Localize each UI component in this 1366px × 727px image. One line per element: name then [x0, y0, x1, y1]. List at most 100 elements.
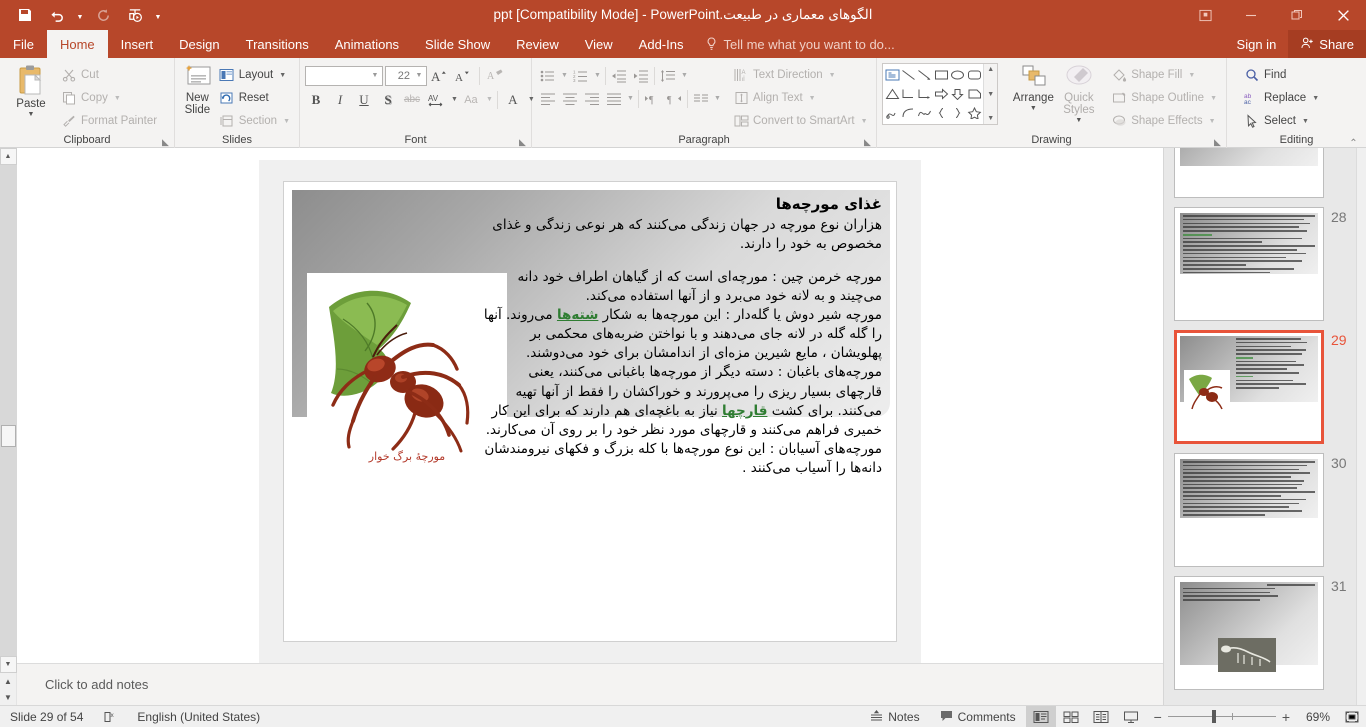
shape-effects-dropdown-icon[interactable]: ▼	[1209, 118, 1216, 125]
freeform-shape-icon[interactable]	[917, 104, 933, 123]
align-left-icon[interactable]	[537, 88, 559, 109]
rtl-direction-icon[interactable]: ¶	[663, 88, 685, 109]
character-spacing-dropdown-icon[interactable]: ▼	[451, 96, 458, 103]
thumbnail-pane-scrollbar[interactable]	[1356, 148, 1366, 705]
save-icon[interactable]	[10, 3, 40, 27]
previous-slide-icon[interactable]: ▲	[0, 673, 17, 689]
tab-file[interactable]: File	[0, 30, 47, 58]
notes-button[interactable]: Notes	[860, 706, 929, 727]
scroll-track[interactable]	[0, 165, 17, 656]
select-dropdown-icon[interactable]: ▼	[1302, 118, 1309, 125]
justify-icon[interactable]	[603, 88, 625, 109]
hyperlink-aphids[interactable]: شته‌ها	[557, 307, 598, 323]
smartart-dropdown-icon[interactable]: ▼	[861, 118, 868, 125]
increase-font-size-button[interactable]: A	[429, 65, 451, 86]
shape-fill-dropdown-icon[interactable]: ▼	[1188, 72, 1195, 79]
undo-dropdown-icon[interactable]: ▼	[74, 3, 86, 27]
current-slide[interactable]: مورچهٔ برگ خوار غذای مورچه‌ها هزاران نوع…	[283, 181, 897, 642]
font-color-button[interactable]: A	[502, 89, 524, 110]
shapes-scroll-down-icon[interactable]: ▼	[987, 91, 994, 98]
star-shape-icon[interactable]	[966, 104, 982, 123]
cut-button[interactable]: Cut	[57, 64, 161, 86]
arrow-shape-icon[interactable]	[917, 65, 933, 84]
tab-transitions[interactable]: Transitions	[233, 30, 322, 58]
flowchart-shape-icon[interactable]	[966, 84, 982, 103]
shape-outline-button[interactable]: Shape Outline ▼	[1107, 87, 1221, 109]
scroll-up-icon[interactable]: ▲	[0, 148, 17, 165]
slide-show-button[interactable]	[1116, 706, 1146, 727]
tab-slide-show[interactable]: Slide Show	[412, 30, 503, 58]
textbox-shape-icon[interactable]	[884, 65, 900, 84]
align-center-icon[interactable]	[559, 88, 581, 109]
scroll-thumb[interactable]	[0, 425, 16, 447]
strikethrough-button[interactable]: abc	[401, 89, 423, 110]
sign-in-button[interactable]: Sign in	[1225, 37, 1289, 52]
format-painter-button[interactable]: Format Painter	[57, 110, 161, 132]
shape-outline-dropdown-icon[interactable]: ▼	[1210, 95, 1217, 102]
thumbnail-row-28[interactable]: 28	[1174, 207, 1347, 321]
collapse-ribbon-icon[interactable]: ⌃	[1349, 139, 1358, 149]
undo-icon[interactable]	[42, 3, 72, 27]
customize-qat-icon[interactable]: ▼	[152, 3, 164, 27]
zoom-slider[interactable]	[1167, 706, 1276, 727]
shapes-more-icon[interactable]: ▼	[987, 115, 994, 122]
close-icon[interactable]	[1320, 0, 1366, 30]
elbow-connector-icon[interactable]	[900, 84, 916, 103]
hyperlink-mushrooms[interactable]: قارچها	[722, 403, 767, 419]
redo-icon[interactable]	[88, 3, 118, 27]
tell-me-search[interactable]: Tell me what you want to do...	[696, 30, 904, 58]
replace-dropdown-icon[interactable]: ▼	[1312, 95, 1319, 102]
shapes-gallery-scrollbar[interactable]: ▲ ▼ ▼	[983, 64, 998, 124]
tab-home[interactable]: Home	[46, 30, 108, 58]
minimize-icon[interactable]	[1228, 0, 1274, 30]
reset-button[interactable]: Reset	[215, 87, 294, 109]
increase-indent-icon[interactable]	[630, 65, 652, 86]
rectangle-shape-icon[interactable]	[933, 65, 949, 84]
shapes-scroll-up-icon[interactable]: ▲	[987, 66, 994, 73]
curve-shape-icon[interactable]	[900, 104, 916, 123]
shape-effects-button[interactable]: Shape Effects ▼	[1107, 110, 1221, 132]
numbering-dropdown-icon[interactable]: ▼	[592, 72, 603, 79]
scribble-shape-icon[interactable]	[884, 104, 900, 123]
quick-styles-button[interactable]: Quick Styles ▼	[1057, 62, 1102, 124]
thumbnail-row-partial[interactable]	[1174, 148, 1346, 198]
normal-view-button[interactable]	[1025, 705, 1056, 727]
copy-button[interactable]: Copy ▼	[57, 87, 161, 109]
right-arrow-shape-icon[interactable]	[933, 84, 949, 103]
find-button[interactable]: Find	[1240, 64, 1323, 86]
columns-dropdown-icon[interactable]: ▼	[712, 95, 723, 102]
tab-design[interactable]: Design	[166, 30, 232, 58]
select-button[interactable]: Select ▼	[1240, 110, 1323, 132]
text-direction-button[interactable]: Aıİ Text Direction ▼	[729, 64, 872, 86]
change-case-button[interactable]: Aa	[460, 89, 482, 110]
fit-to-window-button[interactable]	[1338, 710, 1366, 724]
columns-icon[interactable]	[690, 88, 712, 109]
shapes-gallery[interactable]: ▲ ▼ ▼	[882, 63, 999, 125]
tab-add-ins[interactable]: Add-Ins	[626, 30, 697, 58]
notes-pane[interactable]: Click to add notes	[17, 663, 1163, 705]
tab-insert[interactable]: Insert	[108, 30, 167, 58]
elbow-arrow-connector-icon[interactable]	[917, 84, 933, 103]
arrange-button[interactable]: Arrange ▼	[1010, 62, 1056, 112]
justify-dropdown-icon[interactable]: ▼	[625, 95, 636, 102]
zoom-in-button[interactable]: +	[1282, 709, 1290, 725]
reading-view-button[interactable]	[1086, 706, 1116, 727]
line-shape-icon[interactable]	[900, 65, 916, 84]
layout-button[interactable]: Layout ▼	[215, 64, 294, 86]
slide-counter[interactable]: Slide 29 of 54	[0, 706, 93, 727]
italic-button[interactable]: I	[329, 89, 351, 110]
right-brace-shape-icon[interactable]	[949, 104, 965, 123]
share-button[interactable]: Share	[1288, 30, 1366, 58]
clipboard-dialog-launcher-icon[interactable]: ◣	[161, 138, 170, 147]
paste-dropdown-icon[interactable]: ▼	[28, 111, 35, 118]
change-case-dropdown-icon[interactable]: ▼	[486, 96, 493, 103]
copy-dropdown-icon[interactable]: ▼	[114, 95, 121, 102]
restore-icon[interactable]	[1274, 0, 1320, 30]
align-text-button[interactable]: Align Text ▼	[729, 87, 872, 109]
section-dropdown-icon[interactable]: ▼	[283, 118, 290, 125]
underline-button[interactable]: U	[353, 89, 375, 110]
replace-button[interactable]: ab ac Replace ▼	[1240, 87, 1323, 109]
clear-formatting-button[interactable]: A	[484, 65, 506, 86]
decrease-font-size-button[interactable]: A	[453, 65, 475, 86]
slide-thumbnail[interactable]	[1174, 207, 1324, 321]
